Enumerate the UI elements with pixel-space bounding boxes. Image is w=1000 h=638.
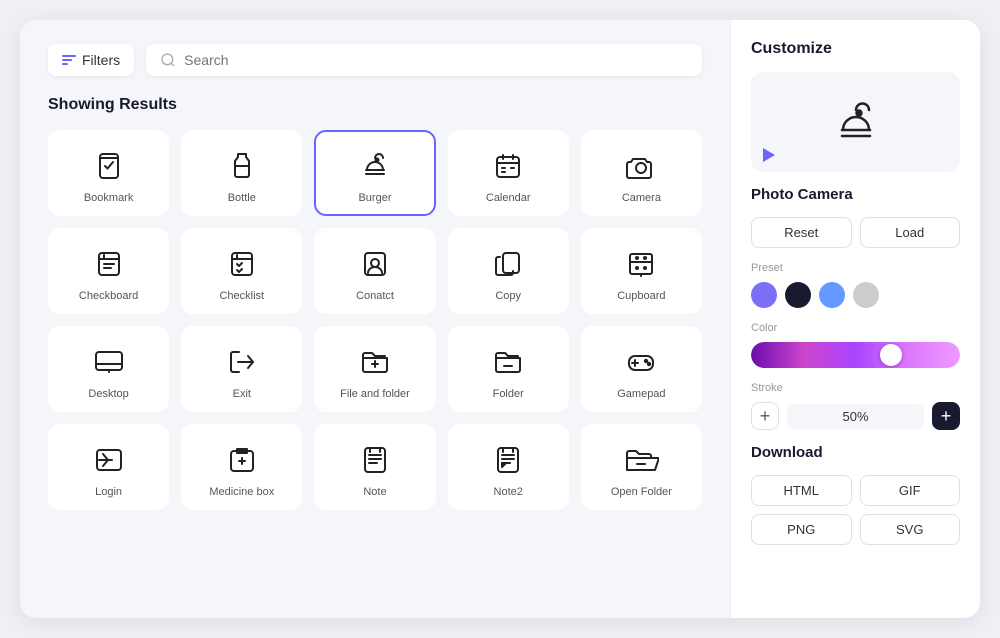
stroke-row: + 50% + <box>751 402 960 430</box>
preset-color-3[interactable] <box>853 282 879 308</box>
preset-color-0[interactable] <box>751 282 777 308</box>
icon-label-camera: Camera <box>622 192 661 204</box>
icon-label-cupboard: Cupboard <box>617 290 665 302</box>
preset-colors <box>751 282 960 308</box>
customize-title: Customize <box>751 40 960 58</box>
stroke-label: Stroke <box>751 382 960 394</box>
icon-item-copy[interactable]: Copy <box>448 228 569 314</box>
icons-grid: Bookmark Bottle Burger <box>48 130 702 510</box>
left-panel: Filters Showing Results Bookmark <box>20 20 730 618</box>
icon-label-openfolder: Open Folder <box>611 486 672 498</box>
icon-label-conatct: Conatct <box>356 290 394 302</box>
selected-icon-name: Photo Camera <box>751 186 960 203</box>
download-gif-button[interactable]: GIF <box>860 475 961 506</box>
header-row: Filters <box>48 44 702 76</box>
download-html-button[interactable]: HTML <box>751 475 852 506</box>
load-button[interactable]: Load <box>860 217 961 248</box>
icon-item-desktop[interactable]: Desktop <box>48 326 169 412</box>
filters-icon <box>62 55 76 65</box>
download-svg-button[interactable]: SVG <box>860 514 961 545</box>
icon-item-burger[interactable]: Burger <box>314 130 435 216</box>
preset-color-1[interactable] <box>785 282 811 308</box>
icon-item-note[interactable]: Note <box>314 424 435 510</box>
search-icon <box>160 52 176 68</box>
app-container: Filters Showing Results Bookmark <box>20 20 980 618</box>
search-input[interactable] <box>184 52 688 68</box>
download-title: Download <box>751 444 960 461</box>
icon-label-folder: Folder <box>493 388 524 400</box>
results-title: Showing Results <box>48 96 702 114</box>
search-bar <box>146 44 702 76</box>
icon-item-note2[interactable]: Note2 <box>448 424 569 510</box>
icon-label-login: Login <box>95 486 122 498</box>
color-label: Color <box>751 322 960 334</box>
icon-item-checklist[interactable]: Checklist <box>181 228 302 314</box>
stroke-section: Stroke + 50% + <box>751 382 960 430</box>
color-slider-thumb <box>880 344 902 366</box>
play-button[interactable] <box>763 148 775 162</box>
preset-color-2[interactable] <box>819 282 845 308</box>
download-grid: HTML GIF PNG SVG <box>751 475 960 545</box>
icon-item-gamepad[interactable]: Gamepad <box>581 326 702 412</box>
icon-label-bookmark: Bookmark <box>84 192 134 204</box>
icon-item-cupboard[interactable]: Cupboard <box>581 228 702 314</box>
icon-item-bookmark[interactable]: Bookmark <box>48 130 169 216</box>
icon-label-checklist: Checklist <box>219 290 264 302</box>
icon-label-medicinebox: Medicine box <box>209 486 274 498</box>
icon-item-openfolder[interactable]: Open Folder <box>581 424 702 510</box>
download-png-button[interactable]: PNG <box>751 514 852 545</box>
icon-item-camera[interactable]: Camera <box>581 130 702 216</box>
icon-label-bottle: Bottle <box>228 192 256 204</box>
color-slider[interactable] <box>751 342 960 368</box>
icon-label-checkboard: Checkboard <box>79 290 138 302</box>
color-section: Color <box>751 322 960 368</box>
preview-icon <box>826 92 886 152</box>
icon-label-note2: Note2 <box>494 486 523 498</box>
icon-item-conatct[interactable]: Conatct <box>314 228 435 314</box>
icon-label-exit: Exit <box>233 388 251 400</box>
icon-label-copy: Copy <box>495 290 521 302</box>
preview-area <box>751 72 960 172</box>
icon-label-desktop: Desktop <box>88 388 128 400</box>
icon-item-folder[interactable]: Folder <box>448 326 569 412</box>
icon-label-burger: Burger <box>358 192 391 204</box>
filters-label: Filters <box>82 52 120 68</box>
stroke-decrease-button[interactable]: + <box>751 402 779 430</box>
preset-section: Preset <box>751 262 960 308</box>
stroke-value: 50% <box>787 404 924 429</box>
color-slider-track <box>751 342 960 368</box>
icon-label-note: Note <box>363 486 386 498</box>
icon-item-medicinebox[interactable]: Medicine box <box>181 424 302 510</box>
icon-item-exit[interactable]: Exit <box>181 326 302 412</box>
action-row: Reset Load <box>751 217 960 248</box>
preset-label: Preset <box>751 262 960 274</box>
icon-item-calendar[interactable]: Calendar <box>448 130 569 216</box>
icon-item-login[interactable]: Login <box>48 424 169 510</box>
icon-label-calendar: Calendar <box>486 192 531 204</box>
icon-item-checkboard[interactable]: Checkboard <box>48 228 169 314</box>
icon-item-bottle[interactable]: Bottle <box>181 130 302 216</box>
right-panel: Customize Photo Camera Reset Load Preset <box>730 20 980 618</box>
filters-button[interactable]: Filters <box>48 44 134 76</box>
icon-label-gamepad: Gamepad <box>617 388 665 400</box>
icon-label-fileandfolder: File and folder <box>340 388 410 400</box>
icon-item-fileandfolder[interactable]: File and folder <box>314 326 435 412</box>
reset-button[interactable]: Reset <box>751 217 852 248</box>
stroke-increase-button[interactable]: + <box>932 402 960 430</box>
